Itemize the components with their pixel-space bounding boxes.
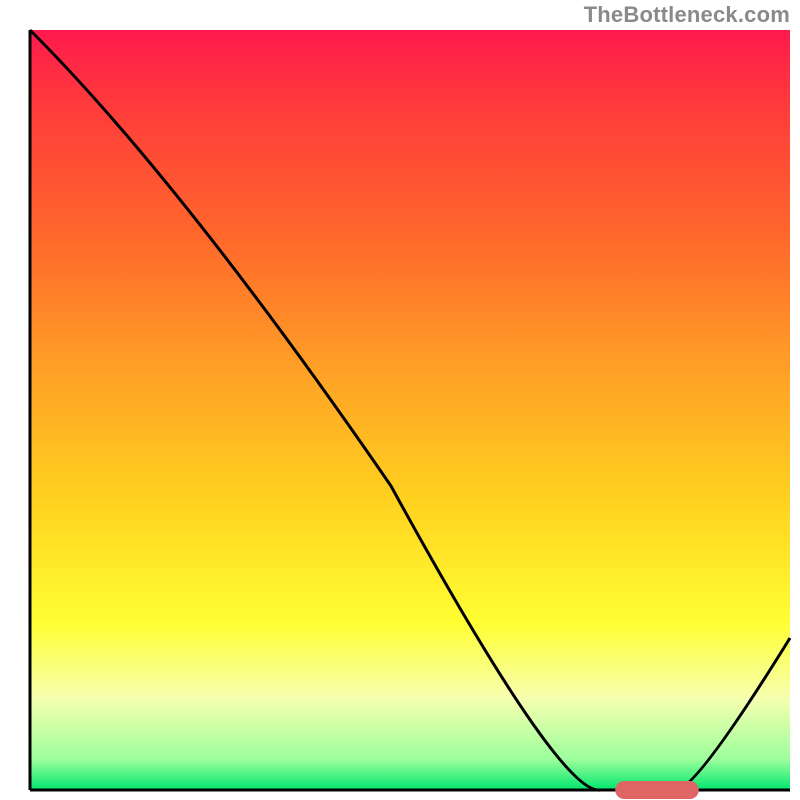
chart-svg (0, 0, 800, 800)
watermark-text: TheBottleneck.com (584, 2, 790, 28)
highlight-marker (615, 781, 699, 799)
chart-container: TheBottleneck.com (0, 0, 800, 800)
plot-background (30, 30, 790, 790)
